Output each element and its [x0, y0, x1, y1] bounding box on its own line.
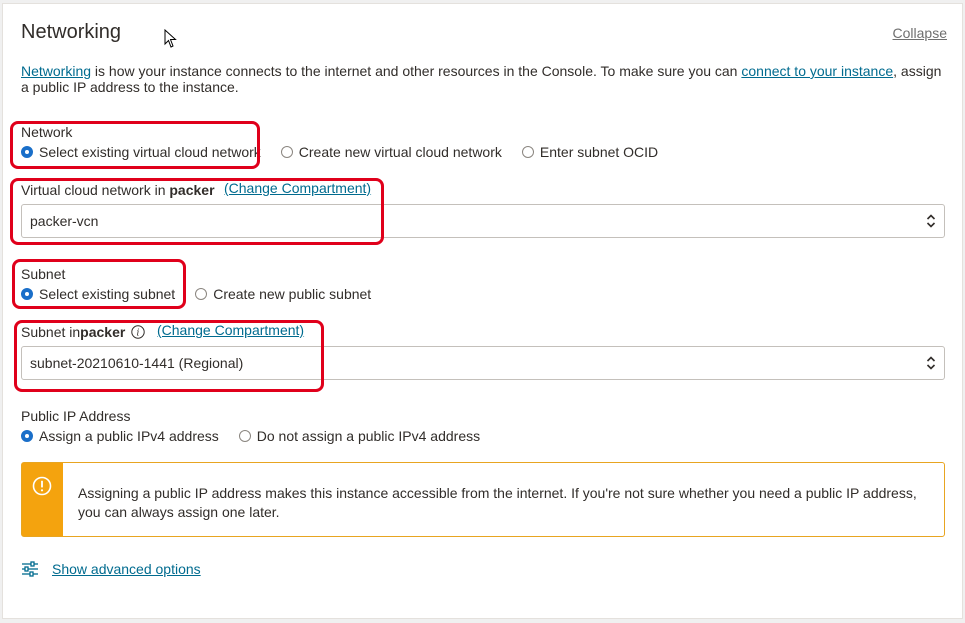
network-label: Network [21, 124, 73, 140]
warning-icon [32, 476, 52, 496]
radio-selected-icon [21, 430, 33, 442]
mouse-cursor-icon [164, 29, 177, 48]
select-arrows-icon [926, 214, 936, 228]
radio-label: Create new virtual cloud network [298, 144, 502, 160]
radio-label: Select existing virtual cloud network [39, 144, 261, 160]
subnet-label: Subnet in packer i [21, 324, 149, 340]
vcn-change-compartment-link[interactable]: (Change Compartment) [224, 180, 371, 196]
networking-doc-link[interactable]: Networking [21, 63, 91, 79]
vcn-label-prefix: Virtual cloud network in [21, 182, 170, 198]
subnet-radio-group: Select existing subnet Create new public… [21, 286, 371, 302]
warning-banner: Assigning a public IP address makes this… [21, 462, 945, 537]
subnet-compartment-name: packer [80, 324, 126, 340]
subnet-select[interactable]: subnet-20210610-1441 (Regional) [21, 346, 945, 380]
radio-select-existing-subnet[interactable]: Select existing subnet [21, 286, 175, 302]
vcn-select[interactable]: packer-vcn [21, 204, 945, 238]
radio-unselected-icon [238, 430, 251, 442]
vcn-compartment-name: packer [169, 182, 215, 198]
subnet-label-prefix: Subnet in [21, 324, 81, 340]
radio-do-not-assign-public-ip[interactable]: Do not assign a public IPv4 address [238, 428, 481, 444]
radio-unselected-icon [280, 146, 293, 158]
subnet-select-value: subnet-20210610-1441 (Regional) [30, 355, 244, 371]
radio-label: Create new public subnet [213, 286, 372, 302]
radio-label: Enter subnet OCID [539, 144, 659, 160]
radio-label: Do not assign a public IPv4 address [256, 428, 481, 444]
radio-unselected-icon [195, 288, 208, 300]
sliders-icon [22, 561, 38, 577]
radio-selected-icon [21, 146, 33, 158]
svg-text:i: i [137, 329, 140, 339]
intro-text: Networking is how your instance connects… [21, 63, 946, 95]
info-icon[interactable]: i [131, 325, 146, 339]
radio-label: Assign a public IPv4 address [39, 428, 219, 444]
network-radio-group: Select existing virtual cloud network Cr… [21, 144, 658, 160]
connect-instance-link[interactable]: connect to your instance [741, 63, 893, 79]
radio-select-existing-vcn[interactable]: Select existing virtual cloud network [21, 144, 261, 160]
intro-text-part-1: is how your instance connects to the int… [91, 63, 742, 79]
vcn-select-value: packer-vcn [30, 213, 99, 229]
public-ip-radio-group: Assign a public IPv4 address Do not assi… [21, 428, 480, 444]
subnet-change-compartment-link[interactable]: (Change Compartment) [157, 322, 304, 338]
radio-label: Select existing subnet [39, 286, 176, 302]
radio-selected-icon [21, 288, 33, 300]
radio-create-new-vcn[interactable]: Create new virtual cloud network [280, 144, 502, 160]
section-title: Networking [21, 21, 122, 43]
warning-text: Assigning a public IP address makes this… [78, 485, 917, 520]
subnet-choice-label: Subnet [21, 266, 66, 282]
show-advanced-options-link[interactable]: Show advanced options [52, 561, 201, 577]
collapse-link[interactable]: Collapse [893, 25, 947, 41]
radio-create-new-public-subnet[interactable]: Create new public subnet [195, 286, 371, 302]
show-advanced-options[interactable]: Show advanced options [21, 560, 201, 578]
radio-enter-subnet-ocid[interactable]: Enter subnet OCID [521, 144, 659, 160]
warning-bar [22, 463, 63, 536]
public-ip-label: Public IP Address [21, 408, 131, 424]
select-arrows-icon [926, 356, 936, 370]
radio-assign-public-ip[interactable]: Assign a public IPv4 address [21, 428, 219, 444]
vcn-label: Virtual cloud network in packer [21, 182, 215, 198]
radio-unselected-icon [521, 146, 534, 158]
